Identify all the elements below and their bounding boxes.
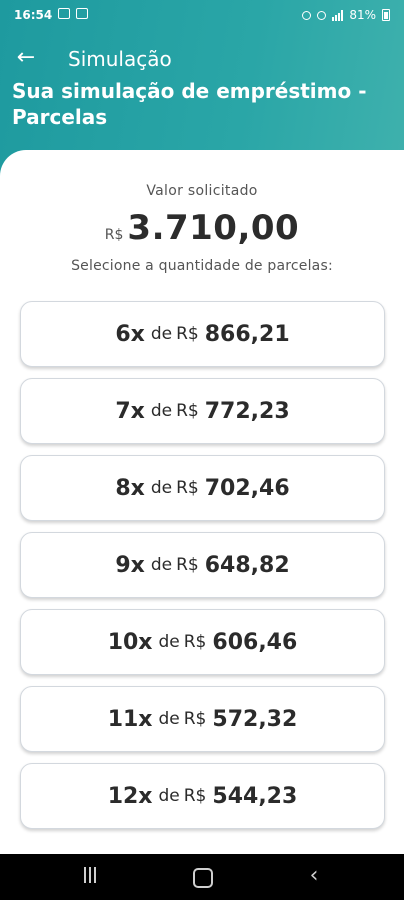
alarm-icon: [302, 10, 312, 20]
installment-count: 8x: [115, 475, 145, 501]
installment-de: de: [150, 401, 173, 421]
installment-option-12x[interactable]: 12x de R$ 544,23: [20, 763, 385, 829]
installment-option-11x[interactable]: 11x de R$ 572,32: [20, 686, 385, 752]
installment-count: 9x: [115, 552, 145, 578]
page-title: Sua simulação de empréstimo - Parcelas: [12, 79, 367, 129]
installment-options: 6x de R$ 866,21 7x de R$ 772,23 8x de R$ 702,46 9…: [20, 301, 385, 840]
installment-de: de: [150, 478, 173, 498]
installment-de: de: [158, 632, 180, 652]
installment-value: 606,46: [212, 629, 298, 655]
status-right: 81%: [302, 8, 390, 22]
battery-icon: [382, 9, 390, 21]
recents-icon[interactable]: [78, 867, 102, 887]
content-sheet: Valor solicitado R$ 3.710,00 Selecione a …: [0, 150, 404, 854]
home-icon[interactable]: [190, 867, 214, 888]
notification-icons: [58, 8, 88, 19]
installment-currency: R$: [176, 555, 199, 575]
installment-value: 648,82: [204, 552, 290, 578]
status-bar: 16:54 81%: [0, 0, 404, 32]
installment-currency: R$: [176, 478, 199, 498]
image-notification-icon: [58, 8, 70, 19]
installment-option-7x[interactable]: 7x de R$ 772,23: [20, 378, 385, 444]
installment-count: 10x: [107, 629, 153, 655]
installment-currency: R$: [183, 632, 207, 652]
installment-count: 12x: [107, 783, 153, 809]
battery-percent: 81%: [349, 8, 376, 22]
installment-value: 866,21: [204, 321, 290, 347]
installment-value: 702,46: [204, 475, 290, 501]
installment-de: de: [150, 555, 173, 575]
installment-count: 11x: [107, 706, 153, 732]
installment-de: de: [158, 786, 180, 806]
installment-de: de: [150, 324, 173, 344]
installment-count: 6x: [115, 321, 145, 347]
installment-option-9x[interactable]: 9x de R$ 648,82: [20, 532, 385, 598]
signal-icon: [332, 9, 344, 21]
installment-value: 572,32: [212, 706, 298, 732]
installment-option-10x[interactable]: 10x de R$ 606,46: [20, 609, 385, 675]
installment-de: de: [158, 709, 180, 729]
app-notification-icon: [76, 8, 88, 19]
installment-currency: R$: [176, 324, 199, 344]
installment-currency: R$: [183, 709, 207, 729]
mute-icon: [317, 10, 327, 20]
arrow-left-icon[interactable]: ←: [12, 44, 40, 72]
installment-currency: R$: [176, 401, 199, 421]
installment-option-8x[interactable]: 8x de R$ 702,46: [20, 455, 385, 521]
amount-value: 3.710,00: [127, 208, 300, 248]
app-bar: ← Simulação: [0, 44, 404, 76]
chevron-left-icon[interactable]: ‹: [302, 865, 326, 887]
installment-value: 544,23: [212, 783, 298, 809]
installment-count: 7x: [115, 398, 145, 424]
instruction-text: Selecione a quantidade de parcelas:: [71, 258, 333, 274]
amount-currency: R$: [104, 227, 124, 243]
installment-option-6x[interactable]: 6x de R$ 866,21: [20, 301, 385, 367]
nav-title: Simulação: [68, 47, 172, 71]
amount-label: Valor solicitado: [146, 183, 258, 199]
status-time: 16:54: [14, 8, 53, 22]
system-nav-bar: ‹: [0, 854, 404, 900]
installment-currency: R$: [183, 786, 207, 806]
installment-value: 772,23: [204, 398, 290, 424]
amount-row: R$ 3.710,00: [0, 208, 404, 248]
